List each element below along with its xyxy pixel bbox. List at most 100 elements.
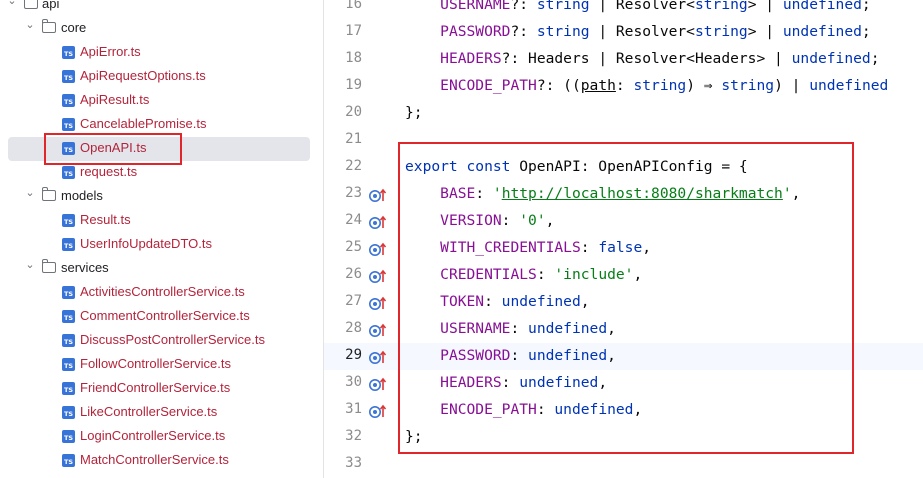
- implements-gutter-icon[interactable]: [368, 187, 388, 203]
- line-number: 22: [345, 158, 362, 174]
- line-number: 20: [345, 104, 362, 120]
- tree-file-row[interactable]: TS DiscussPostControllerService.ts: [0, 329, 322, 353]
- tree-file-row[interactable]: TS ApiResult.ts: [0, 89, 322, 113]
- tree-file-row[interactable]: TS LoginControllerService.ts: [0, 425, 322, 449]
- code-token: CREDENTIALS: [440, 266, 537, 283]
- tree-folder-row[interactable]: ⌄ models: [0, 185, 322, 209]
- code-line[interactable]: 22 export const OpenAPI: OpenAPIConfig = …: [324, 154, 923, 181]
- code-token: ,: [633, 401, 643, 418]
- code-token: ?:: [510, 0, 537, 13]
- code-text: VERSION: '0',: [405, 212, 554, 229]
- code-line[interactable]: 31 ENCODE_PATH: undefined,: [324, 397, 923, 424]
- code-line[interactable]: 28 USERNAME: undefined,: [324, 316, 923, 343]
- code-text: USERNAME?: string | Resolver<string> | u…: [405, 0, 871, 13]
- tree-file-row[interactable]: TS ActivitiesControllerService.ts: [0, 281, 322, 305]
- code-token: path: [580, 77, 616, 94]
- tree-item-label: FollowControllerService.ts: [80, 356, 231, 371]
- code-line[interactable]: 25 WITH_CREDENTIALS: false,: [324, 235, 923, 262]
- typescript-file-icon: TS: [62, 166, 75, 179]
- code-line[interactable]: 26 CREDENTIALS: 'include',: [324, 262, 923, 289]
- implements-gutter-icon[interactable]: [368, 349, 388, 365]
- implements-gutter-icon[interactable]: [368, 322, 388, 338]
- tree-folder-row[interactable]: ⌄ api: [0, 0, 322, 17]
- folder-icon: [42, 19, 56, 33]
- tree-file-row[interactable]: TS MatchControllerService.ts: [0, 449, 322, 473]
- typescript-file-icon: TS: [62, 310, 75, 323]
- code-token: undefined: [791, 50, 871, 67]
- code-line[interactable]: 33: [324, 451, 923, 478]
- tree-item-label: api: [42, 0, 60, 11]
- chevron-down-icon[interactable]: ⌄: [24, 258, 36, 272]
- code-line[interactable]: 29 PASSWORD: undefined,: [324, 343, 923, 370]
- tree-file-row[interactable]: TS LikeControllerService.ts: [0, 401, 322, 425]
- tree-file-row[interactable]: TS CommentControllerService.ts: [0, 305, 322, 329]
- code-token: ,: [791, 185, 801, 202]
- code-line[interactable]: 27 TOKEN: undefined,: [324, 289, 923, 316]
- tree-file-row[interactable]: TS FollowControllerService.ts: [0, 353, 322, 377]
- code-line[interactable]: 18 HEADERS?: Headers | Resolver<Headers>…: [324, 46, 923, 73]
- code-text: TOKEN: undefined,: [405, 293, 590, 310]
- tree-file-row[interactable]: TS FriendControllerService.ts: [0, 377, 322, 401]
- code-line[interactable]: 32};: [324, 424, 923, 451]
- typescript-file-icon: TS: [62, 94, 75, 107]
- code-line[interactable]: 24 VERSION: '0',: [324, 208, 923, 235]
- code-line[interactable]: 17 PASSWORD?: string | Resolver<string> …: [324, 19, 923, 46]
- code-line[interactable]: 19 ENCODE_PATH?: ((path: string) ⇒ strin…: [324, 73, 923, 100]
- code-token: ,: [580, 293, 590, 310]
- code-token: TOKEN: [440, 293, 485, 310]
- tree-file-row[interactable]: TS CancelablePromise.ts: [0, 113, 322, 137]
- implements-gutter-icon[interactable]: [368, 295, 388, 311]
- line-number: 29: [345, 347, 362, 363]
- code-token: | Resolver<: [589, 23, 695, 40]
- implements-gutter-icon[interactable]: [368, 268, 388, 284]
- code-line[interactable]: 21: [324, 127, 923, 154]
- code-token: VERSION: [440, 212, 502, 229]
- code-token: string: [536, 23, 590, 40]
- chevron-down-icon[interactable]: ⌄: [24, 186, 36, 200]
- code-token: ) ⇒: [686, 77, 722, 94]
- code-token: :: [484, 293, 502, 310]
- code-text: HEADERS: undefined,: [405, 374, 607, 391]
- implements-gutter-icon[interactable]: [368, 214, 388, 230]
- implements-gutter-icon[interactable]: [368, 376, 388, 392]
- tree-file-row[interactable]: TS ApiRequestOptions.ts: [0, 65, 322, 89]
- code-token: string: [721, 77, 775, 94]
- code-token: ?: Headers | Resolver<Headers> |: [501, 50, 792, 67]
- tree-file-row[interactable]: TS ApiError.ts: [0, 41, 322, 65]
- chevron-down-icon[interactable]: ⌄: [6, 0, 18, 8]
- code-token: ENCODE_PATH: [440, 77, 537, 94]
- code-line[interactable]: 20};: [324, 100, 923, 127]
- code-token: ,: [545, 212, 555, 229]
- code-line[interactable]: 16 USERNAME?: string | Resolver<string> …: [324, 0, 923, 19]
- code-token: ?:: [510, 23, 537, 40]
- tree-file-row[interactable]: TS UserInfoUpdateDTO.ts: [0, 233, 322, 257]
- typescript-file-icon: TS: [62, 46, 75, 59]
- typescript-file-icon: TS: [62, 214, 75, 227]
- code-editor[interactable]: 16 USERNAME?: string | Resolver<string> …: [324, 0, 923, 478]
- chevron-down-icon[interactable]: ⌄: [24, 18, 36, 32]
- code-text: ENCODE_PATH?: ((path: string) ⇒ string) …: [405, 77, 888, 94]
- code-line[interactable]: 23 BASE: 'http://localhost:8080/sharkmat…: [324, 181, 923, 208]
- code-token: PASSWORD: [440, 23, 511, 40]
- implements-gutter-icon[interactable]: [368, 241, 388, 257]
- tree-item-label: core: [61, 20, 87, 35]
- tree-folder-row[interactable]: ⌄ core: [0, 17, 322, 41]
- code-token: USERNAME: [440, 320, 511, 337]
- line-number: 28: [345, 320, 362, 336]
- implements-gutter-icon[interactable]: [368, 403, 388, 419]
- tree-file-row[interactable]: TS request.ts: [0, 161, 322, 185]
- code-line[interactable]: 30 HEADERS: undefined,: [324, 370, 923, 397]
- code-token: ) |: [774, 77, 810, 94]
- tree-folder-row[interactable]: ⌄ services: [0, 257, 322, 281]
- tree-file-row[interactable]: TS Result.ts: [0, 209, 322, 233]
- tree-file-row[interactable]: TS OpenAPI.ts: [0, 137, 322, 161]
- code-token: :: [580, 239, 599, 256]
